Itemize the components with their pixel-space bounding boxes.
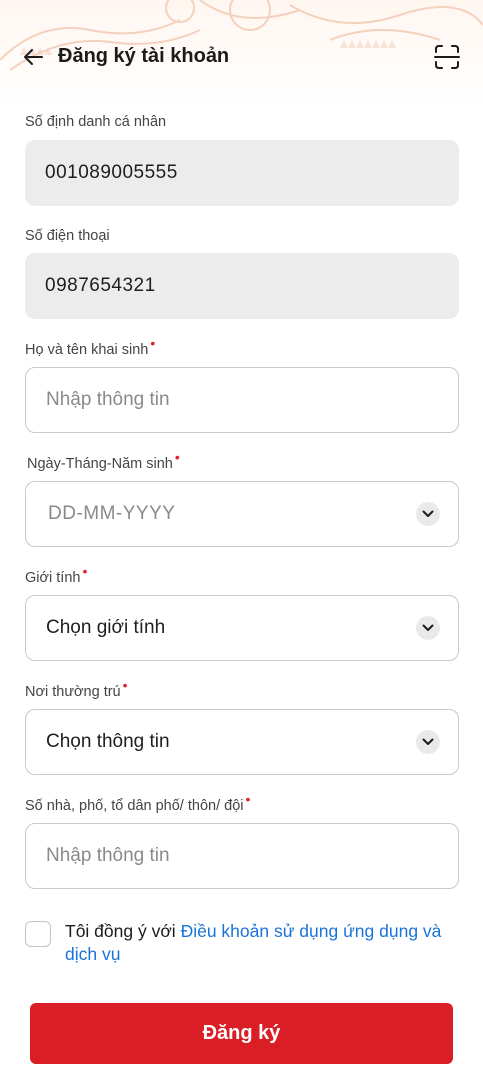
scan-qr-icon [434,45,460,69]
chevron-down-icon [416,616,440,640]
required-marker: • [245,791,251,807]
full-name-placeholder: Nhập thông tin [46,389,170,410]
scan-button[interactable] [433,43,461,71]
address-label: Số nhà, phố, tổ dân phố/ thôn/ đội • [25,791,250,814]
terms-text: Tôi đồng ý với Điều khoản sử dụng ứng dụ… [65,920,457,966]
id-number-label: Số định danh cá nhân [25,114,166,130]
required-marker: • [82,563,88,579]
full-name-label-text: Họ và tên khai sinh [25,342,149,358]
address-label-text: Số nhà, phố, tổ dân phố/ thôn/ đội [25,798,244,814]
register-button[interactable]: Đăng ký [30,1003,453,1064]
birth-date-label-text: Ngày-Tháng-Năm sinh [27,456,173,472]
phone-label-text: Số điện thoại [25,228,110,244]
address-placeholder: Nhập thông tin [46,845,170,866]
top-bar: Đăng ký tài khoản [0,36,483,76]
required-marker: • [122,677,128,693]
page-title: Đăng ký tài khoản [58,45,230,67]
required-marker: • [174,449,180,465]
gender-select[interactable]: Chọn giới tính [25,595,459,661]
residence-label-text: Nơi thường trú [25,684,121,700]
phone-label: Số điện thoại [25,228,110,244]
chevron-down-icon [416,730,440,754]
gender-label-text: Giới tính [25,570,81,586]
birth-date-picker[interactable]: DD-MM-YYYY [25,481,459,547]
birth-date-label: Ngày-Tháng-Năm sinh • [27,449,180,472]
residence-value: Chọn thông tin [46,731,170,752]
gender-value: Chọn giới tính [46,617,166,638]
id-number-field: 001089005555 [25,140,459,206]
gender-label: Giới tính • [25,563,87,586]
id-number-value: 001089005555 [45,162,178,183]
phone-value: 0987654321 [45,275,156,296]
residence-select[interactable]: Chọn thông tin [25,709,459,775]
full-name-label: Họ và tên khai sinh • [25,335,155,358]
arrow-left-icon [24,49,43,65]
back-button[interactable] [20,44,46,70]
full-name-input[interactable]: Nhập thông tin [25,367,459,433]
phone-field: 0987654321 [25,253,459,319]
chevron-down-icon [416,502,440,526]
required-marker: • [150,335,156,351]
birth-date-placeholder: DD-MM-YYYY [48,503,176,524]
address-input[interactable]: Nhập thông tin [25,823,459,889]
id-number-label-text: Số định danh cá nhân [25,114,167,130]
terms-checkbox[interactable] [25,921,51,947]
terms-prefix: Tôi đồng ý với [65,921,181,941]
residence-label: Nơi thường trú • [25,677,128,700]
register-button-label: Đăng ký [202,1022,281,1044]
